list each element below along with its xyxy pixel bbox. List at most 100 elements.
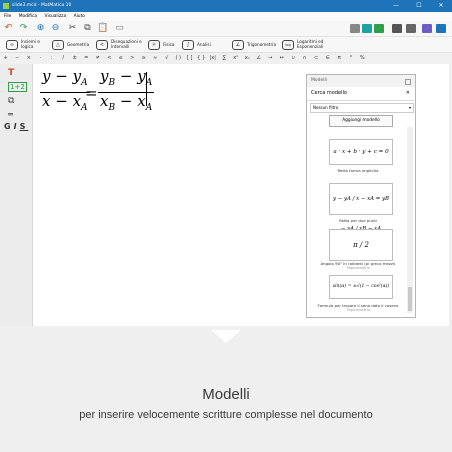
category-disequazioni[interactable]: < Disequazioni e Intervalli — [96, 38, 147, 52]
menu-modifica[interactable]: Modifica — [19, 14, 37, 19]
line-tool-icon[interactable]: ═ — [8, 110, 13, 119]
symbol-greater[interactable]: > — [127, 53, 139, 64]
category-fisica[interactable]: ⚛ Fisica — [148, 38, 174, 52]
window-title: slide3.mcd - MatMatica 10 — [12, 3, 72, 8]
redo-icon[interactable]: ↷ — [18, 23, 29, 34]
filter-select[interactable]: Nessun filtro ▾ — [310, 103, 414, 113]
symbol-lesseq[interactable]: ≤ — [115, 53, 127, 64]
category-geometria[interactable]: △ Geometria — [52, 38, 89, 52]
close-button[interactable]: ✕ — [430, 0, 452, 12]
zoom-in-icon[interactable]: ⊕ — [35, 23, 46, 34]
text-cursor — [146, 72, 147, 106]
symbol-greatereq[interactable]: ≥ — [138, 53, 150, 64]
app-window: slide3.mcd - MatMatica 10 — ☐ ✕ File Mod… — [0, 0, 452, 330]
model-card[interactable]: y − yA / x − xA = yB − yA / xB − xA — [329, 183, 393, 232]
symbol-less[interactable]: < — [104, 53, 116, 64]
symbol-braces[interactable]: { } — [196, 53, 208, 64]
formula-tool-icon[interactable]: 1+2 — [8, 82, 27, 92]
keyboard-icon[interactable] — [350, 24, 360, 33]
symbol-angle[interactable]: ∠ — [253, 53, 265, 64]
category-logaritmi[interactable]: log Logaritmi ed Esponenziali — [282, 38, 341, 52]
triangle-icon: △ — [52, 40, 64, 50]
symbol-minus[interactable]: − — [12, 53, 24, 64]
format-buttons[interactable]: GIS — [4, 122, 28, 131]
app-icon — [3, 3, 9, 9]
symbol-percent[interactable]: % — [357, 53, 369, 64]
model-search[interactable]: Cerca modello ✕ — [307, 87, 415, 101]
bold-icon[interactable]: G — [4, 122, 14, 131]
undo-icon[interactable]: ↶ — [3, 23, 14, 34]
fraction-left[interactable]: y − yA x − xA — [40, 68, 90, 117]
integral-icon: ∫ — [182, 40, 194, 50]
symbol-doublearrow[interactable]: ↔ — [276, 53, 288, 64]
comment-icon[interactable]: ▭ — [114, 23, 125, 34]
model-formula: π / 2 — [353, 241, 369, 249]
calculator-icon[interactable] — [392, 24, 402, 33]
symbol-plusminus[interactable]: ± — [69, 53, 81, 64]
copy-icon[interactable]: ⧉ — [82, 23, 93, 34]
underline-icon[interactable]: S — [20, 122, 29, 131]
symbol-intersection[interactable]: ∩ — [299, 53, 311, 64]
grid-icon[interactable] — [406, 24, 416, 33]
chevron-down-icon: ▾ — [408, 105, 411, 110]
symbol-union[interactable]: ∪ — [288, 53, 300, 64]
main-toolbar: ↶ ↷ ⊕ ⊖ ✂ ⧉ 📋 ▭ — [0, 21, 452, 36]
menu-aiuto[interactable]: Aiuto — [74, 14, 85, 19]
symbol-approx[interactable]: ≈ — [150, 53, 162, 64]
symbol-pi[interactable]: π — [334, 53, 346, 64]
panel-scrollbar[interactable] — [407, 127, 413, 313]
minimize-button[interactable]: — — [385, 0, 407, 12]
symbol-row: + − × ·: / ± = ≠ < ≤ > ≥ ≈ √( )[ ]{ } |x| ∑ xⁿ xₙ ∠ → ↔ ∪ ∩ ⊂ ∈ π… — [0, 52, 452, 64]
model-card[interactable]: π / 2 — [329, 229, 393, 261]
symbol-parens[interactable]: ( ) — [173, 53, 185, 64]
symbol-slash[interactable]: / — [58, 53, 70, 64]
models-panel: Modelli Cerca modello ✕ Nessun filtro ▾ Ag… — [306, 74, 416, 318]
pen-icon[interactable] — [436, 24, 446, 33]
symbol-times[interactable]: × — [23, 53, 35, 64]
panel-dock-icon[interactable] — [405, 79, 411, 85]
feature-title: Modelli — [202, 386, 250, 403]
text-tool-icon[interactable]: T — [8, 68, 14, 78]
equals-sign: = — [85, 84, 98, 102]
atom-icon: ⚛ — [148, 40, 160, 50]
models-icon[interactable] — [374, 24, 384, 33]
symbol-equals[interactable]: = — [81, 53, 93, 64]
panel-close-icon[interactable]: ✕ — [406, 87, 410, 100]
settings-icon[interactable] — [422, 24, 432, 33]
symbol-arrow[interactable]: → — [265, 53, 277, 64]
panel-header: Modelli — [307, 75, 415, 87]
symbol-abs[interactable]: |x| — [207, 53, 219, 64]
symbol-element[interactable]: ∈ — [322, 53, 334, 64]
symbol-colon[interactable]: : — [46, 53, 58, 64]
category-analisi[interactable]: ∫ Analisi — [182, 38, 211, 52]
category-insiemi[interactable]: ∞ Insiemi e logica — [6, 38, 41, 52]
scrollbar-thumb[interactable] — [408, 287, 412, 311]
menu-visualizza[interactable]: Visualizza — [45, 14, 67, 19]
symbol-brackets[interactable]: [ ] — [184, 53, 196, 64]
symbol-subscript[interactable]: xₙ — [242, 53, 254, 64]
symbol-sum[interactable]: ∑ — [219, 53, 231, 64]
symbol-degree[interactable]: ° — [345, 53, 357, 64]
add-model-button[interactable]: Aggiungi modello — [329, 115, 393, 127]
model-category: Trigonometria — [346, 266, 370, 270]
model-card[interactable]: sin(α) = ±√(1 − cos²(α)) — [329, 275, 393, 299]
symbol-notequal[interactable]: ≠ — [92, 53, 104, 64]
feature-subtitle: per inserire velocemente scritture compl… — [79, 409, 373, 421]
symbol-sqrt[interactable]: √ — [161, 53, 173, 64]
paste-icon[interactable]: 📋 — [97, 23, 108, 34]
menu-file[interactable]: File — [4, 14, 11, 19]
cut-icon[interactable]: ✂ — [67, 23, 78, 34]
image-tool-icon[interactable]: ⧉ — [8, 96, 14, 106]
symbol-dot[interactable]: · — [35, 53, 47, 64]
infinity-icon: ∞ — [6, 40, 18, 50]
symbol-power[interactable]: xⁿ — [230, 53, 242, 64]
model-card[interactable]: a · x + b · y + c = 0 — [329, 139, 393, 165]
category-trigonometria[interactable]: ∠ Trigonometria — [232, 38, 276, 52]
maximize-button[interactable]: ☐ — [408, 0, 430, 12]
symbols-icon[interactable] — [362, 24, 372, 33]
symbol-plus[interactable]: + — [0, 53, 12, 64]
symbol-subset[interactable]: ⊂ — [311, 53, 323, 64]
model-formula: sin(α) = ±√(1 − cos²(α)) — [332, 284, 390, 289]
zoom-out-icon[interactable]: ⊖ — [50, 23, 61, 34]
caption-notch — [211, 330, 241, 343]
